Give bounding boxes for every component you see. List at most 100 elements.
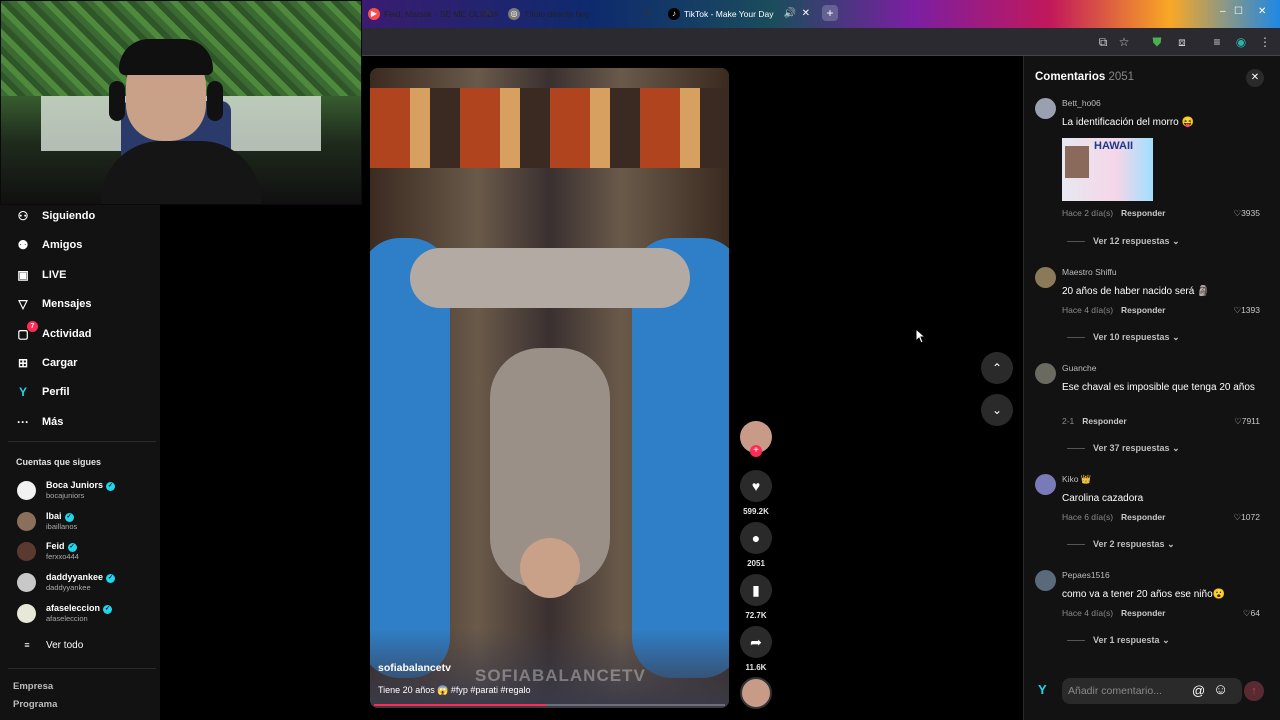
video-watermark: SOFIABALANCETV: [475, 666, 646, 685]
chevron-down-icon: ⌄: [991, 403, 1003, 417]
sidebar-item-following[interactable]: ⚇ Siguiendo: [16, 205, 96, 227]
browser-tab-tiktok[interactable]: ♪ TikTok - Make Your Day 🔊 ✕: [662, 3, 816, 25]
footer-link-company[interactable]: Empresa: [13, 681, 53, 692]
comment-username[interactable]: Guanche: [1062, 363, 1097, 373]
mention-icon[interactable]: @: [1192, 683, 1205, 698]
sidebar-item-activity[interactable]: ▢ 7 Actividad: [16, 321, 92, 345]
chevron-down-icon: ⌄: [1172, 332, 1180, 342]
reply-button[interactable]: Responder: [1121, 608, 1165, 618]
browser-tab-titulo[interactable]: ◎ Título directo hoy ✕: [502, 3, 658, 25]
messages-icon: ▽: [18, 297, 28, 311]
sidebar-item-friends[interactable]: ⚉ Amigos: [16, 234, 83, 256]
comments-panel: Comentarios 2051 ✕ Bett_ho06 La identifi…: [1023, 56, 1280, 720]
comment-username[interactable]: Kiko 👑: [1062, 474, 1091, 485]
reply-button[interactable]: Responder: [1121, 305, 1165, 315]
activity-badge: 7: [27, 321, 38, 332]
new-tab-button[interactable]: +: [822, 5, 838, 21]
browser-tab-feid[interactable]: ▶ Feid, Maisak - SE ME OLVIDA ✕: [362, 3, 498, 25]
heart-outline-icon: ♡: [1242, 608, 1251, 618]
sidebar-item-live[interactable]: ▣ LIVE: [16, 264, 66, 286]
comment-meta: Hace 4 día(s) Responder ♡64: [1062, 608, 1260, 618]
install-app-icon[interactable]: ⧉: [1095, 34, 1111, 50]
comment-like-button[interactable]: ♡3935: [1233, 208, 1260, 219]
previous-video-button[interactable]: ⌃: [981, 352, 1013, 384]
view-replies-button[interactable]: Ver 2 respuestas ⌄: [1067, 539, 1175, 550]
maximize-button[interactable]: ☐: [1234, 6, 1243, 17]
save-button[interactable]: ▮: [740, 574, 772, 606]
comment-username[interactable]: Maestro Shiffu: [1062, 267, 1117, 277]
sound-disc[interactable]: [740, 677, 772, 709]
share-button[interactable]: ➦: [740, 626, 772, 658]
verified-icon: ✓: [64, 512, 74, 522]
chevron-up-icon: ⌃: [991, 361, 1003, 375]
video-player[interactable]: SOFIABALANCETV sofiabalancetv Tiene 20 a…: [370, 68, 729, 708]
close-comments-button[interactable]: ✕: [1246, 69, 1264, 87]
media-controls-icon[interactable]: ≡: [1209, 34, 1225, 50]
reply-button[interactable]: Responder: [1082, 416, 1126, 426]
avatar: [17, 511, 36, 531]
comment-like-button[interactable]: ♡1393: [1233, 305, 1260, 316]
avatar[interactable]: [1035, 363, 1056, 384]
browser-menu-icon[interactable]: ⋮: [1257, 34, 1273, 50]
sidebar-item-upload[interactable]: ⊞ Cargar: [16, 352, 78, 374]
chevron-down-icon: ⌄: [1162, 635, 1170, 645]
view-replies-button[interactable]: Ver 10 respuestas ⌄: [1067, 332, 1180, 343]
view-replies-button[interactable]: Ver 12 respuestas ⌄: [1067, 236, 1180, 247]
extensions-icon[interactable]: ⧈: [1174, 34, 1190, 50]
divider: [8, 441, 156, 442]
send-button[interactable]: ↑: [1244, 681, 1264, 701]
close-tab-icon[interactable]: ✕: [484, 3, 492, 25]
followed-account-boca[interactable]: Boca Juniors ✓ bocajuniors: [17, 477, 116, 503]
reply-button[interactable]: Responder: [1121, 512, 1165, 522]
followed-account-afa[interactable]: afaseleccion ✓ afaseleccion: [17, 600, 113, 626]
bookmark-star-icon[interactable]: ☆: [1116, 34, 1132, 50]
comment-icon: ●: [751, 530, 761, 546]
sidebar-item-profile[interactable]: Y Perfil: [16, 381, 70, 403]
see-all-button[interactable]: ≡ Ver todo: [20, 634, 83, 656]
followed-account-daddyyankee[interactable]: daddyyankee ✓ daddyyankee: [17, 569, 116, 595]
comment-like-button[interactable]: ♡1072: [1233, 512, 1260, 523]
heart-outline-icon: ♡: [1234, 416, 1242, 426]
comment-like-button[interactable]: ♡7911: [1234, 416, 1260, 427]
view-replies-button[interactable]: Ver 1 respuesta ⌄: [1067, 635, 1170, 646]
sidebar-item-more[interactable]: ··· Más: [16, 411, 63, 433]
comment-button[interactable]: ●: [740, 522, 772, 554]
like-count: 599.2K: [743, 507, 769, 516]
comment-meta: Hace 4 día(s) Responder ♡1393: [1062, 305, 1260, 315]
comment-username[interactable]: Bett_ho06: [1062, 98, 1101, 108]
close-tab-icon[interactable]: ✕: [802, 3, 810, 25]
avatar[interactable]: [1035, 570, 1056, 591]
heart-outline-icon: ♡: [1233, 208, 1242, 218]
webcam-overlay: [0, 0, 362, 205]
avatar: [17, 572, 36, 592]
like-button[interactable]: ♥: [740, 470, 772, 502]
video-author[interactable]: sofiabalancetv: [378, 662, 451, 674]
reply-button[interactable]: Responder: [1121, 208, 1165, 218]
sidebar-item-messages[interactable]: ▽ Mensajes: [16, 293, 91, 315]
emoji-icon[interactable]: ☺: [1213, 681, 1228, 698]
followed-account-feid[interactable]: Feid ✓ ferxxo444: [17, 538, 79, 564]
footer-link-program[interactable]: Programa: [13, 699, 57, 710]
avatar[interactable]: [1035, 267, 1056, 288]
close-window-button[interactable]: ✕: [1258, 6, 1266, 17]
next-video-button[interactable]: ⌄: [981, 394, 1013, 426]
bookmark-icon: ▮: [752, 582, 760, 598]
follow-plus-icon[interactable]: +: [750, 445, 762, 457]
arm: [410, 248, 690, 308]
view-replies-button[interactable]: Ver 37 respuestas ⌄: [1067, 443, 1180, 454]
divider: [8, 668, 156, 669]
minimize-button[interactable]: –: [1220, 6, 1226, 17]
avatar[interactable]: [1035, 98, 1056, 119]
comment-meta: Hace 2 día(s) Responder ♡3935: [1062, 208, 1260, 218]
comment-like-button[interactable]: ♡64: [1243, 608, 1260, 619]
audio-icon[interactable]: 🔊: [784, 3, 796, 25]
followed-account-ibai[interactable]: Ibai ✓ ibaillanos: [17, 508, 77, 534]
verified-icon: ✓: [67, 542, 77, 552]
comment-username[interactable]: Pepaes1516: [1062, 570, 1110, 580]
avatar: [17, 603, 36, 623]
verified-icon: ✓: [106, 573, 116, 583]
profile-avatar-icon[interactable]: ◉: [1233, 34, 1249, 50]
shield-icon[interactable]: ⛊: [1149, 34, 1165, 50]
close-tab-icon[interactable]: ✕: [644, 3, 652, 25]
avatar[interactable]: [1035, 474, 1056, 495]
